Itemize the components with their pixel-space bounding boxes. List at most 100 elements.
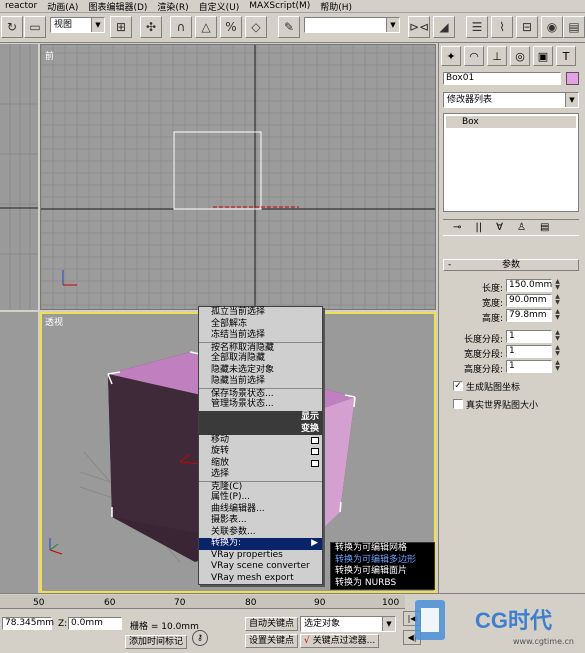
gen-mapping-checkbox[interactable]: ✓ — [453, 381, 463, 391]
make-unique-icon[interactable]: ∀ — [496, 222, 503, 233]
convert-editable-mesh[interactable]: 转换为可编辑网格 — [331, 543, 434, 555]
quad-item[interactable]: 冻结当前选择 — [199, 330, 322, 342]
spinner-snap-icon[interactable]: ◇ — [245, 16, 267, 38]
quad-item[interactable]: 全部取消隐藏 — [199, 353, 322, 365]
object-color-swatch[interactable] — [566, 72, 579, 85]
configure-icon[interactable]: ▤ — [540, 222, 549, 233]
command-panel: ✦ ◠ ⊥ ◎ ▣ T Box01 修改器列表 ▼ Box ⊸ || ∀ ♙ ▤ - 参数 … — [438, 43, 585, 593]
named-selection-icon[interactable]: ✎ — [278, 16, 300, 38]
viewport-top-left[interactable] — [0, 44, 38, 310]
settings-box-icon[interactable] — [311, 436, 319, 444]
reference-coord-combo[interactable]: 视图 ▼ — [50, 17, 105, 33]
quad-item-vray-properties[interactable]: VRay properties — [199, 550, 322, 562]
param-value-width-segs[interactable]: 1 — [506, 345, 552, 358]
quad-item-move[interactable]: 移动 — [199, 435, 322, 447]
menu-graph-editors[interactable]: 图表编辑器(D) — [83, 0, 152, 13]
key-icon[interactable]: ⚷ — [192, 630, 208, 646]
param-value-length-segs[interactable]: 1 — [506, 330, 552, 343]
modify-tab-icon[interactable]: ◠ — [464, 46, 484, 66]
utilities-tab-icon[interactable]: T — [556, 46, 576, 66]
quad-item[interactable]: 隐藏当前选择 — [199, 376, 322, 388]
angle-snap-icon[interactable]: △ — [195, 16, 217, 38]
time-ruler[interactable] — [0, 595, 405, 609]
modifier-list-combo[interactable]: 修改器列表 ▼ — [443, 92, 579, 108]
quad-item[interactable]: 孤立当前选择 — [199, 307, 322, 319]
timeline-tick: 70 — [174, 598, 186, 608]
remove-modifier-icon[interactable]: ♙ — [517, 222, 526, 233]
convert-editable-patch[interactable]: 转换为可编辑面片 — [331, 566, 434, 578]
x-coord-field[interactable]: 78.345mm — [2, 617, 54, 630]
timeline-tick: 60 — [104, 598, 116, 608]
quad-item-curve-editor[interactable]: 曲线编辑器... — [199, 504, 322, 516]
curve-editor-icon[interactable]: ⌇ — [491, 16, 513, 38]
set-key-button[interactable]: 设置关键点 — [245, 634, 299, 648]
settings-box-icon[interactable] — [311, 448, 319, 455]
display-tab-icon[interactable]: ▣ — [533, 46, 553, 66]
create-tab-icon[interactable]: ✦ — [441, 46, 461, 66]
auto-key-button[interactable]: 自动关键点 — [245, 617, 299, 631]
spinner-icon[interactable]: ▲ ▼ — [553, 330, 562, 343]
viewport-front[interactable]: 前 — [40, 44, 436, 310]
motion-tab-icon[interactable]: ◎ — [510, 46, 530, 66]
menu-reactor[interactable]: reactor — [0, 1, 42, 11]
param-value-height[interactable]: 79.8mm — [506, 309, 552, 322]
material-editor-icon[interactable]: ◉ — [541, 16, 563, 38]
undo-icon[interactable]: ↻ — [1, 16, 23, 38]
spinner-icon[interactable]: ▲ ▼ — [553, 294, 562, 307]
param-value-length[interactable]: 150.0mm — [506, 279, 552, 292]
layer-icon[interactable]: ☰ — [466, 16, 488, 38]
stack-item-box[interactable]: Box — [446, 116, 576, 128]
quad-item-vray-mesh-export[interactable]: VRay mesh export — [199, 573, 322, 585]
viewport-bottom-left[interactable] — [0, 312, 38, 593]
quad-item[interactable]: 管理场景状态... — [199, 399, 322, 411]
real-world-checkbox[interactable] — [453, 399, 463, 409]
quad-item-wire-params[interactable]: 关联参数... — [199, 527, 322, 539]
select-region-icon[interactable]: ▭ — [24, 16, 46, 38]
menu-help[interactable]: 帮助(H) — [315, 0, 357, 13]
key-mode-combo[interactable]: 选定对象 ▼ — [300, 616, 396, 632]
align-icon[interactable]: ◢ — [433, 16, 455, 38]
menu-maxscript[interactable]: MAXScript(M) — [244, 1, 315, 11]
quad-item-rotate[interactable]: 旋转 — [199, 446, 322, 458]
named-selection-combo[interactable]: ▼ — [304, 17, 400, 33]
show-end-icon[interactable]: || — [475, 222, 482, 233]
snap-3d-icon[interactable]: ∩ — [170, 16, 192, 38]
menu-animation[interactable]: 动画(A) — [42, 0, 83, 13]
quad-item[interactable]: 保存场景状态... — [199, 387, 322, 400]
param-value-width[interactable]: 90.0mm — [506, 294, 552, 307]
z-coord-field[interactable]: 0.0mm — [68, 617, 122, 630]
spinner-icon[interactable]: ▲ ▼ — [553, 360, 562, 373]
mirror-icon[interactable]: ⊳⊲ — [408, 16, 430, 38]
hierarchy-tab-icon[interactable]: ⊥ — [487, 46, 507, 66]
spinner-icon[interactable]: ▲ ▼ — [553, 309, 562, 322]
key-filters-button[interactable]: √ 关键点过滤器... — [300, 634, 380, 648]
convert-nurbs[interactable]: 转换为 NURBS — [331, 578, 434, 590]
rollout-parameters-header[interactable]: - 参数 — [443, 259, 579, 271]
convert-editable-poly[interactable]: 转换为可编辑多边形 — [331, 555, 434, 567]
schematic-icon[interactable]: ⊟ — [516, 16, 538, 38]
menu-customize[interactable]: 自定义(U) — [194, 0, 245, 13]
percent-snap-icon[interactable]: % — [220, 16, 242, 38]
spinner-icon[interactable]: ▲ ▼ — [553, 279, 562, 292]
quad-item[interactable]: 隐藏未选定对象 — [199, 365, 322, 377]
param-label: 宽度: — [481, 299, 503, 309]
object-name-field[interactable]: Box01 — [443, 72, 561, 85]
render-icon[interactable]: ▤ — [563, 16, 585, 38]
quad-item-convert-to[interactable]: 转换为: ▶ — [199, 538, 322, 550]
param-value-height-segs[interactable]: 1 — [506, 360, 552, 373]
quad-item-select[interactable]: 选择 — [199, 469, 322, 481]
quad-item-dope-sheet[interactable]: 摄影表... — [199, 515, 322, 527]
quad-item-clone[interactable]: 克隆(C) — [199, 480, 322, 493]
select-link-icon[interactable]: ✣ — [140, 16, 162, 38]
spinner-icon[interactable]: ▲ ▼ — [553, 345, 562, 358]
pin-stack-icon[interactable]: ⊸ — [453, 222, 461, 233]
settings-box-icon[interactable] — [311, 459, 319, 467]
pivot-icon[interactable]: ⊞ — [110, 16, 132, 38]
quad-item-properties[interactable]: 属性(P)... — [199, 492, 322, 504]
add-time-tag-button[interactable]: 添加时间标记 — [125, 635, 188, 649]
quad-item-scale[interactable]: 缩放 — [199, 458, 322, 470]
menu-rendering[interactable]: 渲染(R) — [152, 0, 193, 13]
quad-item[interactable]: 全部解冻 — [199, 319, 322, 331]
quad-item-vray-scene-converter[interactable]: VRay scene converter — [199, 561, 322, 573]
quad-item[interactable]: 按名称取消隐藏 — [199, 341, 322, 354]
